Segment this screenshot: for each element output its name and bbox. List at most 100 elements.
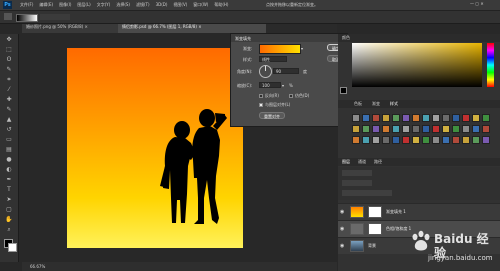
style-preset-tile[interactable]: [352, 114, 360, 122]
visibility-eye-icon[interactable]: ◉: [340, 226, 344, 232]
style-preset-tile[interactable]: [422, 114, 430, 122]
tab-paths[interactable]: 路径: [374, 159, 382, 164]
style-preset-tile[interactable]: [382, 125, 390, 133]
eyedropper-tool-icon[interactable]: ⁄: [4, 86, 14, 94]
hue-slider[interactable]: [487, 43, 494, 87]
move-tool-icon[interactable]: ✥: [4, 36, 14, 44]
style-preset-tile[interactable]: [482, 114, 490, 122]
tab-swatches[interactable]: 色板: [354, 101, 362, 106]
crop-tool-icon[interactable]: ⌗: [4, 76, 14, 84]
gradient-tool-icon[interactable]: ▤: [4, 146, 14, 154]
style-preset-tile[interactable]: [452, 136, 460, 144]
window-controls[interactable]: — ▢ ✕: [470, 1, 484, 6]
menu-edit[interactable]: 编辑(E): [39, 2, 53, 7]
dodge-tool-icon[interactable]: ◐: [4, 166, 14, 174]
scale-dropdown-icon[interactable]: ▾: [282, 83, 284, 88]
reset-alignment-button[interactable]: 重置对齐: [259, 112, 285, 119]
dialog-titlebar[interactable]: 渐变填充 ✕: [231, 34, 347, 42]
gradient-picker[interactable]: [259, 44, 301, 54]
style-preset-tile[interactable]: [352, 125, 360, 133]
gradient-preview[interactable]: [16, 14, 38, 22]
visibility-eye-icon[interactable]: ◉: [340, 209, 344, 215]
dither-checkbox[interactable]: [289, 94, 293, 98]
tab-couple-silhouette[interactable]: 情侣剪影.psd @ 66.7% (图层 1, RGB/8) ×: [118, 24, 266, 33]
lock-options[interactable]: [342, 190, 392, 196]
style-preset-tile[interactable]: [482, 125, 490, 133]
tab-styles[interactable]: 样式: [390, 101, 398, 106]
tab-layers[interactable]: 图层: [342, 159, 350, 164]
style-preset-tile[interactable]: [362, 125, 370, 133]
tab-gradients[interactable]: 渐变: [372, 101, 380, 106]
style-preset-tile[interactable]: [432, 125, 440, 133]
quick-select-tool-icon[interactable]: ✎: [4, 66, 14, 74]
visibility-eye-icon[interactable]: ◉: [340, 243, 344, 249]
style-preset-tile[interactable]: [382, 136, 390, 144]
layer-row[interactable]: ◉ 渐变填充 1: [338, 203, 500, 220]
menu-window[interactable]: 窗口(W): [193, 2, 208, 7]
style-preset-tile[interactable]: [402, 125, 410, 133]
menu-view[interactable]: 视图(V): [173, 2, 187, 7]
style-preset-tile[interactable]: [432, 136, 440, 144]
style-preset-tile[interactable]: [372, 125, 380, 133]
style-preset-tile[interactable]: [352, 136, 360, 144]
style-preset-tile[interactable]: [402, 136, 410, 144]
angle-input[interactable]: 90: [273, 68, 299, 74]
style-preset-tile[interactable]: [372, 114, 380, 122]
healing-tool-icon[interactable]: ✚: [4, 96, 14, 104]
menu-select[interactable]: 选择(S): [116, 2, 130, 7]
zoom-tool-icon[interactable]: ⌕: [4, 226, 14, 234]
menu-type[interactable]: 文字(Y): [97, 2, 111, 7]
style-preset-tile[interactable]: [382, 114, 390, 122]
home-icon[interactable]: [4, 13, 12, 20]
style-preset-tile[interactable]: [392, 136, 400, 144]
shape-tool-icon[interactable]: ▢: [4, 206, 14, 214]
gradient-type-buttons[interactable]: [40, 14, 70, 20]
style-preset-tile[interactable]: [392, 125, 400, 133]
style-preset-tile[interactable]: [452, 114, 460, 122]
style-preset-tile[interactable]: [442, 125, 450, 133]
background-color-swatch[interactable]: [8, 243, 17, 252]
pen-tool-icon[interactable]: ✒: [4, 176, 14, 184]
reverse-checkbox[interactable]: [259, 94, 263, 98]
style-preset-tile[interactable]: [472, 136, 480, 144]
style-preset-tile[interactable]: [462, 114, 470, 122]
style-preset-tile[interactable]: [422, 125, 430, 133]
tab-color[interactable]: 颜色: [342, 35, 350, 40]
fg-color-small-swatch[interactable]: [340, 87, 347, 94]
style-preset-tile[interactable]: [432, 114, 440, 122]
style-select[interactable]: 线性: [259, 56, 287, 62]
style-preset-tile[interactable]: [442, 136, 450, 144]
style-preset-tile[interactable]: [362, 136, 370, 144]
type-tool-icon[interactable]: T: [4, 186, 14, 194]
scale-input[interactable]: 100: [259, 82, 281, 88]
lasso-tool-icon[interactable]: ʘ: [4, 56, 14, 64]
layer-filter-select[interactable]: [342, 170, 372, 176]
eraser-tool-icon[interactable]: ▭: [4, 136, 14, 144]
brush-tool-icon[interactable]: ✎: [4, 106, 14, 114]
style-preset-tile[interactable]: [392, 114, 400, 122]
menu-3d[interactable]: 3D(D): [156, 2, 168, 7]
tab-channels[interactable]: 通道: [358, 159, 366, 164]
menu-filter[interactable]: 滤镜(T): [136, 2, 150, 7]
menu-file[interactable]: 文件(F): [20, 2, 33, 7]
style-preset-tile[interactable]: [362, 114, 370, 122]
menu-layer[interactable]: 图层(L): [77, 2, 90, 7]
style-preset-tile[interactable]: [412, 114, 420, 122]
blend-mode-select[interactable]: [342, 180, 372, 186]
document-canvas[interactable]: [67, 48, 243, 248]
style-preset-tile[interactable]: [482, 136, 490, 144]
style-preset-tile[interactable]: [402, 114, 410, 122]
align-with-layer-checkbox[interactable]: [259, 103, 263, 107]
blur-tool-icon[interactable]: ●: [4, 156, 14, 164]
style-preset-tile[interactable]: [472, 114, 480, 122]
style-preset-tile[interactable]: [462, 136, 470, 144]
style-preset-tile[interactable]: [412, 136, 420, 144]
zoom-level[interactable]: 66.67%: [30, 264, 45, 269]
hand-tool-icon[interactable]: ✋: [4, 216, 14, 224]
tab-wedding-photo[interactable]: 婚纱照片.png @ 50% (RGB/8) ×: [22, 24, 118, 33]
menu-help[interactable]: 帮助(H): [214, 2, 228, 7]
angle-dial[interactable]: [259, 65, 272, 78]
gradient-dropdown-icon[interactable]: ▾: [301, 46, 303, 51]
style-preset-tile[interactable]: [472, 125, 480, 133]
style-preset-tile[interactable]: [372, 136, 380, 144]
